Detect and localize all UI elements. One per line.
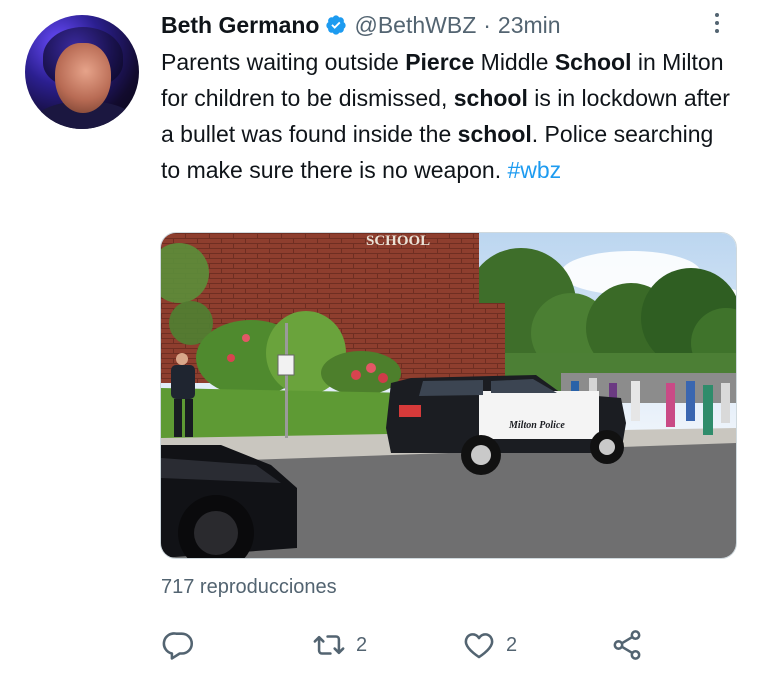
time-separator: ·	[483, 11, 491, 38]
action-bar: 2 2	[160, 625, 740, 665]
like-button[interactable]: 2	[462, 625, 517, 665]
verified-badge-icon	[326, 15, 347, 35]
author-name[interactable]: Beth Germano	[161, 12, 319, 39]
tweet-header: Beth Germano @BethWBZ · 23min	[161, 10, 561, 40]
author-handle[interactable]: @BethWBZ	[354, 12, 476, 39]
hashtag-link[interactable]: #wbz	[507, 157, 561, 183]
more-options-icon[interactable]	[704, 8, 730, 38]
avatar[interactable]	[25, 15, 139, 129]
tweet-text-bold: Pierce	[405, 49, 475, 75]
tweet-text-bold: School	[554, 49, 632, 75]
avatar-face	[55, 43, 111, 113]
tweet-media-image[interactable]: SCHOOL Milton Police	[160, 232, 737, 559]
heart-icon	[464, 633, 494, 659]
share-icon	[613, 630, 641, 660]
police-car-label: Milton Police	[508, 420, 565, 431]
reply-icon	[162, 632, 194, 660]
retweet-icon	[313, 635, 345, 655]
tweet-timestamp[interactable]: 23min	[498, 12, 561, 39]
reply-button[interactable]	[162, 625, 206, 665]
tweet-text-bold: school	[457, 121, 532, 147]
retweet-count: 2	[356, 633, 368, 656]
like-count: 2	[506, 633, 518, 656]
tweet-text: Parents waiting outside Pierce Middle Sc…	[161, 44, 731, 188]
retweet-button[interactable]: 2	[312, 625, 367, 665]
share-button[interactable]	[610, 625, 644, 665]
media-photo: SCHOOL Milton Police	[161, 233, 736, 558]
tweet-text-segment: Middle	[474, 49, 555, 75]
building-sign: SCHOOL	[366, 233, 430, 249]
view-count: 717 reproducciones	[161, 576, 337, 598]
tweet-text-bold: school	[453, 85, 528, 111]
tweet-text-segment: Parents waiting outside	[161, 49, 406, 75]
